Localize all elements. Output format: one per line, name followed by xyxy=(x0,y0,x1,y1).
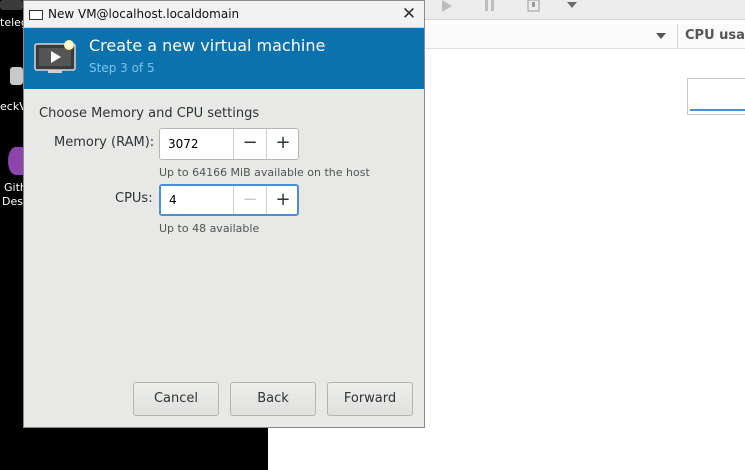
memory-spinbutton[interactable]: − + xyxy=(159,128,299,160)
new-vm-dialog: New VM@localhost.localdomain ✕ Create a … xyxy=(23,0,425,428)
memory-increase-button[interactable]: + xyxy=(266,129,298,159)
github-desktop-icon[interactable] xyxy=(8,147,23,175)
dropdown-arrow-icon[interactable] xyxy=(566,0,578,14)
cancel-button[interactable]: Cancel xyxy=(133,382,219,416)
shutdown-icon[interactable] xyxy=(527,0,541,14)
cpu-usage-graph xyxy=(687,78,745,115)
cpu-usage-column-header[interactable]: CPU usa xyxy=(685,28,745,43)
wizard-banner: Create a new virtual machine Step 3 of 5 xyxy=(24,28,424,89)
memory-label: Memory (RAM): xyxy=(54,135,155,150)
desktop-app-icon[interactable] xyxy=(0,0,23,10)
column-separator xyxy=(677,24,678,49)
cpus-increase-button[interactable]: + xyxy=(266,186,297,214)
window-title: New VM@localhost.localdomain xyxy=(48,7,240,21)
desktop-settings-icon[interactable] xyxy=(10,67,23,85)
sort-arrow-icon[interactable] xyxy=(656,33,666,39)
close-button[interactable]: ✕ xyxy=(398,4,420,24)
pause-icon[interactable] xyxy=(483,0,497,14)
section-title: Choose Memory and CPU settings xyxy=(39,106,260,121)
cpu-usage-graph-line xyxy=(690,109,745,111)
wizard-step-indicator: Step 3 of 5 xyxy=(89,61,155,75)
memory-decrease-button[interactable]: − xyxy=(233,129,266,159)
cpus-hint: Up to 48 available xyxy=(159,222,260,235)
vm-monitor-icon xyxy=(34,39,78,75)
memory-hint: Up to 64166 MiB available on the host xyxy=(159,166,370,179)
back-button[interactable]: Back xyxy=(230,382,316,416)
window-app-icon xyxy=(29,10,43,20)
cpus-decrease-button[interactable]: − xyxy=(233,186,266,214)
cpus-label: CPUs: xyxy=(115,191,153,206)
memory-input[interactable] xyxy=(160,129,234,159)
cpus-spinbutton[interactable]: − + xyxy=(159,184,299,216)
wizard-title: Create a new virtual machine xyxy=(89,36,326,55)
cpus-input[interactable] xyxy=(161,186,235,214)
run-icon[interactable] xyxy=(440,0,454,14)
forward-button[interactable]: Forward xyxy=(327,382,413,416)
dialog-titlebar[interactable]: New VM@localhost.localdomain ✕ xyxy=(24,1,424,28)
